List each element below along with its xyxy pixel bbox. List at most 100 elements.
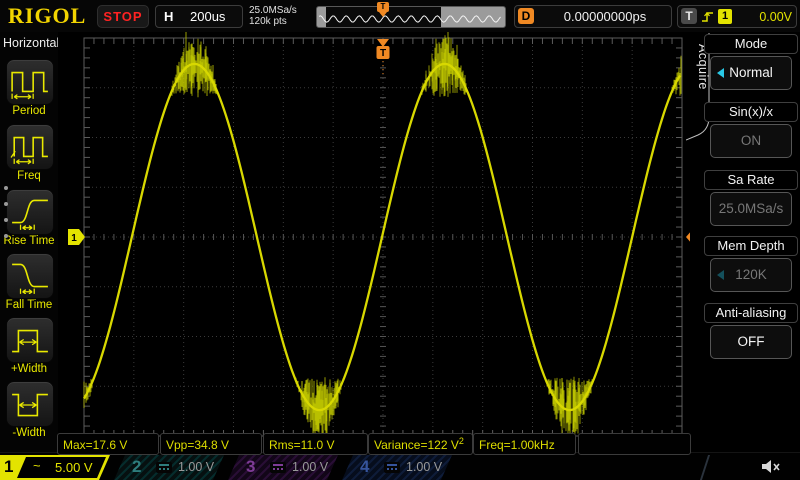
rigol-logo: RIGOL: [8, 3, 86, 29]
mem-depth-softkey[interactable]: 120K: [710, 258, 792, 292]
dc-coupling-icon: [270, 462, 286, 473]
preview-wave: [317, 7, 503, 25]
channel-2-tab[interactable]: 2 1.00 V: [114, 455, 224, 480]
timebase-indicator[interactable]: H 200us: [155, 5, 243, 28]
measure-category-title: Horizontal: [3, 36, 59, 50]
sample-rate-block: 25.0MSa/s 120k pts: [249, 5, 297, 27]
svg-text:1: 1: [71, 233, 77, 244]
ac-coupling-icon: ~: [33, 458, 41, 473]
mode-label: Mode: [704, 34, 798, 54]
channel-2-scale: 1.00 V: [178, 460, 214, 474]
sinx-label: Sin(x)/x: [704, 102, 798, 122]
measurement-readout-row: Max=17.6 V Vpp=34.8 V Rms=11.0 V Varianc…: [57, 433, 693, 453]
freq-icon: [10, 129, 50, 165]
rising-slope-icon: [701, 9, 715, 25]
sa-rate-softkey[interactable]: 25.0MSa/s: [710, 192, 792, 226]
channel-2-number: 2: [132, 457, 141, 477]
measurement-vpp: Vpp=34.8 V: [160, 433, 262, 455]
period-label: Period: [0, 105, 58, 117]
mem-depth-label: Mem Depth: [704, 236, 798, 256]
timebase-label: H: [164, 9, 173, 24]
sound-muted-icon[interactable]: [760, 458, 782, 476]
fall-time-label: Fall Time: [0, 299, 58, 311]
channel-1-inner: ~ 5.00 V: [17, 457, 106, 478]
mode-value: Normal: [729, 65, 773, 80]
rise-time-label: Rise Time: [0, 235, 58, 247]
channel-bar-divider: [700, 455, 710, 480]
menu-item-sinx[interactable]: Sin(x)/x ON: [704, 102, 798, 158]
channel-status-bar: 1 ~ 5.00 V 2 1.00 V 3 1.00 V 4 1.00 V: [0, 452, 800, 480]
fall-time-button[interactable]: [6, 253, 54, 299]
menu-item-mem-depth[interactable]: Mem Depth 120K: [704, 236, 798, 292]
page-indicator-dot: [4, 202, 8, 206]
pwidth-icon: [10, 322, 50, 358]
pwidth-button[interactable]: [6, 317, 54, 363]
measure-sidebar: Horizontal Period Freq: [0, 32, 59, 452]
menu-item-anti-aliasing[interactable]: Anti-aliasing OFF: [704, 303, 798, 359]
measurement-max: Max=17.6 V: [57, 433, 159, 455]
trigger-position-mini-marker[interactable]: T: [376, 2, 390, 17]
left-arrow-icon: [717, 270, 724, 280]
mem-depth-value: 120K: [735, 267, 767, 282]
trigger-icon: T: [681, 8, 697, 24]
measurement-empty-slot: [578, 433, 691, 455]
page-indicator-dot: [4, 218, 8, 222]
dc-coupling-icon: [156, 462, 172, 473]
nwidth-button[interactable]: [6, 381, 54, 427]
period-icon: [10, 64, 50, 100]
menu-item-sa-rate[interactable]: Sa Rate 25.0MSa/s: [704, 170, 798, 226]
channel-4-number: 4: [360, 457, 369, 477]
sinx-value: ON: [741, 133, 761, 148]
rise-time-icon: [10, 194, 50, 230]
anti-aliasing-label: Anti-aliasing: [704, 303, 798, 323]
nwidth-label: -Width: [0, 427, 58, 439]
mem-points-value: 120k pts: [249, 16, 297, 27]
channel-1-scale: 5.00 V: [55, 460, 93, 475]
trigger-position-mini-arrow-icon: [379, 12, 387, 17]
rise-time-button[interactable]: [6, 189, 54, 235]
sinx-softkey[interactable]: ON: [710, 124, 792, 158]
page-indicator-dot: [4, 186, 8, 190]
trigger-delay-indicator[interactable]: D 0.00000000ps: [514, 5, 672, 28]
channel-4-scale: 1.00 V: [406, 460, 442, 474]
sa-rate-label: Sa Rate: [704, 170, 798, 190]
channel-3-number: 3: [246, 457, 255, 477]
mode-softkey[interactable]: Normal: [710, 56, 792, 90]
nwidth-icon: [10, 386, 50, 422]
pwidth-label: +Width: [0, 363, 58, 375]
anti-aliasing-value: OFF: [738, 334, 765, 349]
channel-1-number: 1: [4, 457, 13, 477]
trigger-position-mini-label: T: [377, 2, 389, 12]
trigger-source-badge: 1: [718, 9, 732, 24]
acquire-menu: Acquire Mode Normal Sin(x)/x ON Sa Rate …: [690, 32, 800, 452]
waveform-position-bar[interactable]: [316, 6, 506, 28]
sample-rate-value: 25.0MSa/s: [249, 5, 297, 16]
menu-item-mode[interactable]: Mode Normal: [704, 34, 798, 90]
channel-4-tab[interactable]: 4 1.00 V: [342, 455, 452, 480]
period-button[interactable]: [6, 59, 54, 105]
delay-value: 0.00000000ps: [539, 9, 671, 24]
measurement-freq: Freq=1.00kHz: [473, 433, 576, 455]
oscilloscope-screen: RIGOL STOP H 200us 25.0MSa/s 120k pts T …: [0, 0, 800, 480]
freq-button[interactable]: [6, 124, 54, 170]
graticule-and-trace: T1T: [58, 32, 690, 452]
run-state-indicator[interactable]: STOP: [97, 5, 149, 28]
freq-label: Freq: [0, 170, 58, 182]
sa-rate-value: 25.0MSa/s: [719, 201, 784, 216]
channel-1-tab[interactable]: 1 ~ 5.00 V: [0, 455, 110, 480]
dc-coupling-icon: [384, 462, 400, 473]
trigger-level-value: 0.00V: [740, 10, 792, 24]
waveform-display-area: T1T: [58, 32, 690, 452]
delay-icon: D: [518, 8, 534, 24]
anti-aliasing-softkey[interactable]: OFF: [710, 325, 792, 359]
top-status-bar: RIGOL STOP H 200us 25.0MSa/s 120k pts T …: [0, 0, 800, 33]
fall-time-icon: [10, 258, 50, 294]
timebase-value: 200us: [190, 9, 225, 24]
left-arrow-icon: [717, 68, 724, 78]
page-indicator-dot: [4, 234, 8, 238]
channel-3-tab[interactable]: 3 1.00 V: [228, 455, 338, 480]
measurement-variance: Variance=122 V2: [368, 433, 473, 455]
measurement-rms: Rms=11.0 V: [263, 433, 368, 455]
channel-3-scale: 1.00 V: [292, 460, 328, 474]
trigger-status-indicator[interactable]: T 1 0.00V: [677, 5, 797, 28]
